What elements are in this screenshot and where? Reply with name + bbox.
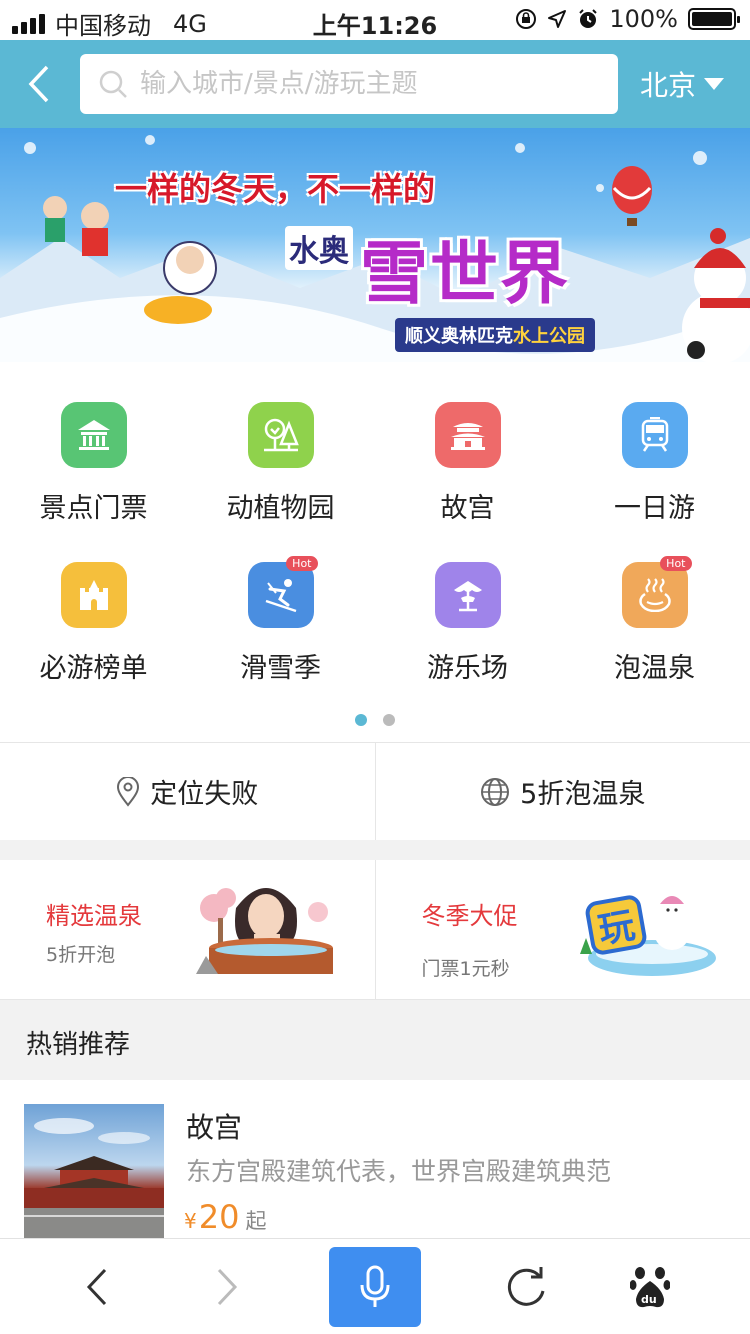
promo-subtitle: 5折开泡 [46, 944, 116, 966]
promo-banner[interactable]: 一样的冬天，不一样的 水奥 雪世界 顺义奥林匹克水上公园 [0, 128, 750, 362]
status-right: 100% [515, 5, 740, 33]
category-label: 故宫 [440, 493, 495, 524]
location-row: 定位失败 5折泡温泉 [0, 742, 750, 840]
list-item[interactable]: 故宫 东方宫殿建筑代表，世界宫殿建筑典范 ¥ 20 起 [0, 1080, 750, 1240]
search-icon [99, 70, 127, 98]
category-label: 景点门票 [39, 493, 148, 524]
section-title: 热销推荐 [26, 1030, 131, 1060]
locate-button[interactable]: 定位失败 [0, 743, 375, 840]
header-bar: 北京 [0, 40, 750, 128]
refresh-button[interactable] [484, 1239, 568, 1334]
chevron-left-icon [28, 65, 49, 103]
alarm-icon [579, 9, 598, 28]
pager-dot-active[interactable] [355, 714, 367, 726]
category-label: 动植物园 [226, 493, 335, 524]
battery-icon [688, 8, 740, 30]
category-hot-spring[interactable]: Hot 泡温泉 [561, 556, 748, 685]
bus-icon [621, 402, 688, 468]
item-price: ¥ 20 起 [184, 1198, 266, 1236]
svg-text:玩: 玩 [595, 905, 638, 952]
chevron-right-icon [217, 1268, 238, 1306]
category-label: 必游榜单 [39, 653, 148, 684]
category-amusement-park[interactable]: 游乐场 [374, 562, 561, 685]
chevron-left-icon [86, 1268, 107, 1306]
refresh-icon [507, 1267, 545, 1306]
promo-title: 冬季大促 [421, 902, 518, 930]
category-ski-season[interactable]: Hot 滑雪季 [187, 556, 374, 685]
promo-card-winter-sale[interactable]: 冬季大促 门票1元秒 玩 [374, 860, 750, 999]
promo-subtitle: 门票1元秒 [421, 958, 510, 980]
category-grid: 景点门票 动植物园 故宫 一日游 必游榜单 Hot 滑雪季 游乐场 Hot 泡温… [0, 362, 750, 742]
banner-brand: 水奥 [285, 226, 353, 270]
promo-cards: 精选温泉 5折开泡 冬季大促 门票1元秒 玩 [0, 860, 750, 1000]
location-pin-icon [117, 776, 140, 807]
hot-badge: Hot [660, 556, 692, 571]
browser-back-button[interactable] [56, 1239, 136, 1334]
category-scenic-tickets[interactable]: 景点门票 [0, 402, 187, 525]
baidu-home-button[interactable]: du [610, 1239, 690, 1334]
category-label: 一日游 [614, 493, 695, 524]
orientation-lock-icon [516, 9, 537, 29]
tree-icon [247, 402, 314, 468]
temple-icon [60, 402, 127, 468]
banner-location: 顺义奥林匹克水上公园 [395, 318, 595, 352]
city-selector[interactable]: 北京 [640, 64, 724, 104]
baidu-paw-icon: du [630, 1267, 670, 1308]
carousel-icon [434, 562, 501, 628]
svg-text:du: du [641, 1293, 657, 1306]
hot-badge: Hot [286, 556, 318, 571]
item-thumbnail [24, 1104, 164, 1240]
pager-dot[interactable] [383, 714, 395, 726]
grid-pager [0, 714, 750, 726]
search-box[interactable] [80, 54, 618, 114]
category-label: 滑雪季 [240, 653, 321, 684]
globe-icon [481, 777, 510, 806]
category-day-tour[interactable]: 一日游 [561, 402, 748, 525]
banner-title: 雪世界 [360, 235, 571, 314]
microphone-icon [360, 1265, 390, 1307]
palace-icon [434, 402, 501, 468]
castle-icon [60, 562, 127, 628]
status-bar: 中国移动 4G 上午11:26 100% [0, 0, 750, 40]
price-currency: ¥ [184, 1209, 197, 1233]
back-button[interactable] [10, 56, 66, 112]
category-must-visit[interactable]: 必游榜单 [0, 562, 187, 685]
category-label: 游乐场 [427, 653, 508, 684]
voice-search-button[interactable] [329, 1247, 421, 1327]
promo-title: 精选温泉 [46, 902, 142, 930]
city-label: 北京 [639, 69, 696, 102]
banner-headline: 一样的冬天，不一样的 [115, 170, 436, 208]
caret-down-icon [704, 78, 724, 90]
winter-play-illustration: 玩 [579, 895, 716, 976]
hot-spring-deal-button[interactable]: 5折泡温泉 [374, 743, 750, 840]
hot-spring-icon: Hot [621, 556, 692, 628]
section-divider [0, 840, 750, 860]
search-input[interactable] [140, 69, 580, 99]
ski-icon: Hot [247, 556, 318, 628]
location-arrow-icon [548, 10, 567, 28]
locate-label: 定位失败 [150, 779, 259, 810]
battery-percent: 100% [609, 5, 678, 33]
item-description: 东方宫殿建筑代表，世界宫殿建筑典范 [186, 1157, 612, 1186]
hot-spring-deal-label: 5折泡温泉 [520, 779, 646, 810]
hot-recommend-header: 热销推荐 [0, 1000, 750, 1080]
category-forbidden-city[interactable]: 故宫 [374, 402, 561, 525]
browser-forward-button[interactable] [188, 1239, 268, 1334]
item-name: 故宫 [186, 1111, 243, 1144]
category-zoo-garden[interactable]: 动植物园 [187, 402, 374, 525]
price-suffix: 起 [245, 1209, 267, 1233]
promo-card-hot-spring[interactable]: 精选温泉 5折开泡 [0, 860, 375, 999]
category-label: 泡温泉 [614, 653, 695, 684]
price-value: 20 [198, 1198, 240, 1236]
browser-toolbar: du [0, 1238, 750, 1334]
hot-spring-girl-illustration [196, 888, 333, 974]
